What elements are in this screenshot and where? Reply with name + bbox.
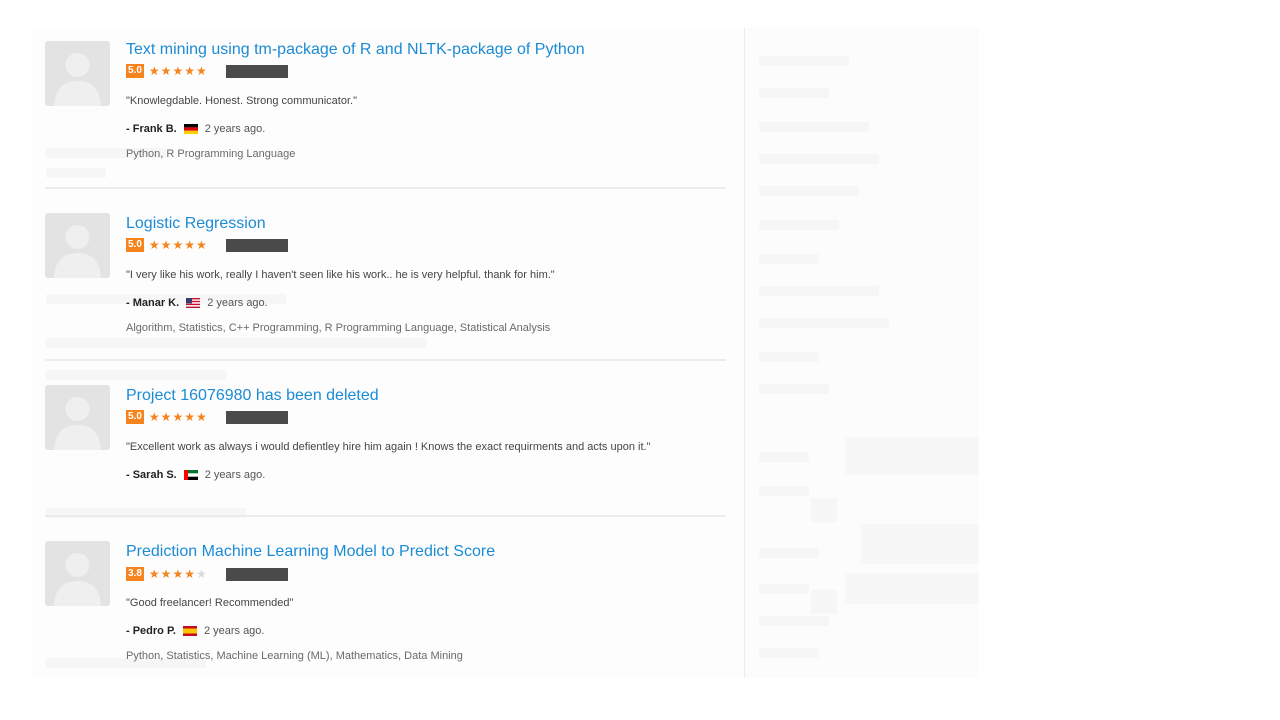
rating-score: 5.0 [126,238,144,252]
reviewer-name: - Manar K. [126,297,180,309]
review-skills: Python, Statistics, Machine Learning (ML… [126,650,463,662]
ghost-block [845,574,979,604]
star-filled-icon: ★ [184,567,195,581]
star-filled-icon: ★ [160,64,172,78]
avatar [45,213,110,278]
screenshot-canvas: Text mining using tm-package of R and NL… [0,0,1280,720]
ghost-text [759,220,839,230]
ghost-text [759,122,869,132]
star-filled-icon: ★ [195,64,207,78]
star-filled-icon: ★ [172,238,184,252]
germany-flag-icon [183,124,198,134]
project-title-link[interactable]: Prediction Machine Learning Model to Pre… [126,543,495,561]
avatar [45,41,110,106]
reviewer-name: - Pedro P. [126,625,176,637]
review-time: 2 years ago. [204,469,266,481]
rating: 5.0 ★ ★ ★ ★ ★ [126,64,288,78]
star-filled-icon: ★ [172,567,184,581]
reviewer-name: - Frank B. [126,123,177,135]
avatar [45,541,110,606]
ghost-text [759,154,879,164]
redacted-amount [225,64,288,78]
uae-flag-icon [183,470,198,480]
review-skills: Algorithm, Statistics, C++ Programming, … [126,322,551,334]
redacted-amount [225,410,288,424]
ghost-text [759,318,889,328]
ghost-text [759,286,879,296]
star-filled-icon: ★ [160,238,172,252]
ghost-text [759,384,829,394]
star-filled-icon: ★ [172,410,184,424]
star-filled-icon: ★ [160,410,172,424]
review-quote: "Excellent work as always i would defien… [126,441,651,453]
review-skills: Python, R Programming Language [126,148,296,160]
review-item: Project 16076980 has been deleted 5.0 ★ ★… [45,359,726,517]
user-placeholder-icon [45,41,110,106]
ghost-text [759,352,819,362]
review-quote: "Good freelancer! Recommended" [126,597,294,609]
ghost-text [759,452,809,462]
star-empty-icon: ★ [195,567,207,581]
review-time: 2 years ago. [207,297,268,309]
star-filled-icon: ★ [184,64,195,78]
user-placeholder-icon [45,541,110,606]
star-filled-icon: ★ [184,410,195,424]
user-placeholder-icon [45,385,110,450]
rating-score: 5.0 [126,64,144,78]
ghost-block [861,524,979,564]
star-filled-icon: ★ [148,64,160,78]
review-item: Logistic Regression 5.0 ★ ★ ★ ★ ★ "I very li… [45,187,726,360]
ghost-text [759,616,829,626]
usa-flag-icon [186,298,201,308]
project-title-link[interactable]: Logistic Regression [126,215,266,233]
project-title-link[interactable]: Project 16076980 has been deleted [126,387,379,405]
ghost-text [759,486,809,496]
ghost-text [759,56,849,66]
ghost-text [759,88,829,98]
rating: 5.0 ★ ★ ★ ★ ★ [126,238,288,252]
rating: 5.0 ★ ★ ★ ★ ★ [126,410,288,424]
ghost-block [845,438,979,474]
ghost-text [759,648,819,658]
user-placeholder-icon [45,213,110,278]
review-time: 2 years ago. [204,123,266,135]
rating-stars: ★ ★ ★ ★ ★ [149,410,207,424]
star-filled-icon: ★ [172,64,184,78]
review-time: 2 years ago. [203,625,265,637]
review-quote: "I very like his work, really I haven't … [126,269,555,281]
star-filled-icon: ★ [148,567,160,581]
star-filled-icon: ★ [148,410,160,424]
rating-stars: ★ ★ ★ ★ ★ [149,567,207,581]
star-filled-icon: ★ [184,238,195,252]
avatar [45,385,110,450]
star-filled-icon: ★ [148,238,160,252]
ghost-text [759,584,809,594]
review-author-line: - Manar K. 2 years ago. [126,297,268,309]
rating-score: 3.8 [126,567,144,581]
ghost-text [759,186,859,196]
review-author-line: - Sarah S. 2 years ago. [126,469,265,481]
star-filled-icon: ★ [195,410,207,424]
star-filled-icon: ★ [160,567,172,581]
ghost-text [759,254,819,264]
spain-flag-icon [182,626,197,636]
ghost-block [811,498,837,522]
rating-stars: ★ ★ ★ ★ ★ [149,238,207,252]
review-item: Text mining using tm-package of R and NL… [45,29,726,187]
sidebar-panel [744,28,979,678]
review-author-line: - Frank B. 2 years ago. [126,123,265,135]
rating-stars: ★ ★ ★ ★ ★ [149,64,207,78]
rating: 3.8 ★ ★ ★ ★ ★ [126,567,288,581]
redacted-amount [225,238,288,252]
redacted-amount [225,567,288,581]
review-quote: "Knowlegdable. Honest. Strong communicat… [126,95,357,107]
ghost-text [759,548,819,558]
review-item: Prediction Machine Learning Model to Pre… [45,515,726,672]
project-title-link[interactable]: Text mining using tm-package of R and NL… [126,41,585,59]
ghost-block [811,590,837,614]
rating-score: 5.0 [126,410,144,424]
star-filled-icon: ★ [195,238,207,252]
reviewer-name: - Sarah S. [126,469,177,481]
review-author-line: - Pedro P. 2 years ago. [126,625,264,637]
